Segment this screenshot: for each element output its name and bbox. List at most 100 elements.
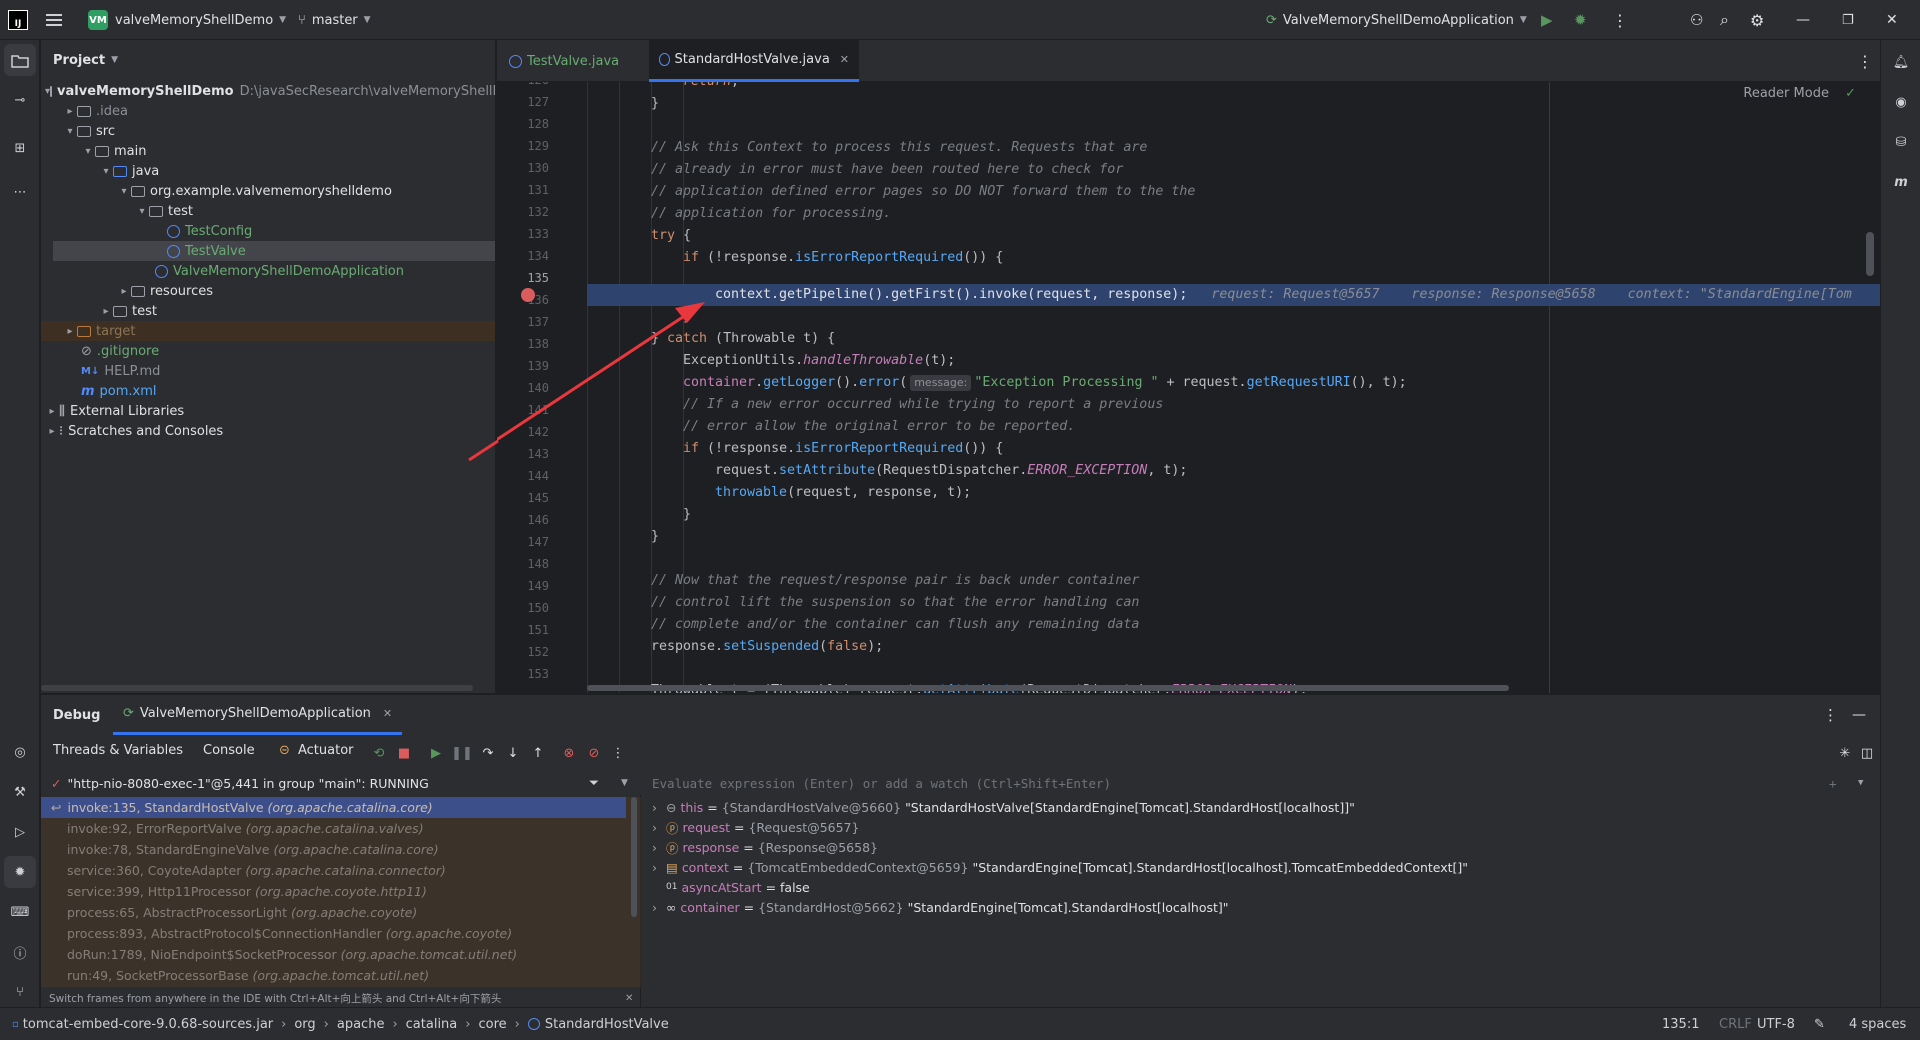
tree-item-idea[interactable]: ▸ .idea [41,101,495,121]
stop-icon[interactable]: ■ [394,741,414,765]
expand-arrow-icon[interactable]: › [652,860,666,875]
build-hammer-icon[interactable]: ⚒ [4,776,36,808]
reader-mode-button[interactable]: Reader Mode ✓ [1743,86,1856,101]
frame-row[interactable]: service:360, CoyoteAdapter (org.apache.c… [41,860,626,881]
layout-settings-icon[interactable]: ◫ [1857,741,1877,765]
line-number[interactable]: 146 [509,513,549,527]
close-session-icon[interactable]: ✕ [383,707,392,720]
breadcrumb-item[interactable]: apache [337,1017,385,1032]
database-icon[interactable]: ⛁ [1885,126,1917,158]
tab-console[interactable]: Console [203,743,255,758]
line-number[interactable]: 153 [509,667,549,681]
frame-row[interactable]: run:49, SocketProcessorBase (org.apache.… [41,965,626,986]
more-tools-icon[interactable]: ⋯ [4,176,36,208]
branch-selector[interactable]: ⑂ master ▼ [298,0,371,40]
tree-item-resources[interactable]: ▸ resources [41,281,495,301]
indent-setting[interactable]: 4 spaces [1849,1017,1906,1032]
line-number[interactable]: 152 [509,645,549,659]
close-window-icon[interactable]: ✕ [1886,0,1898,40]
more-debug-actions-icon[interactable]: ⋮ [608,741,628,765]
caret-position[interactable]: 135:1 [1662,1017,1699,1032]
chevron-down-icon[interactable]: ▼ [621,778,628,788]
horizontal-scrollbar[interactable] [41,685,473,691]
frame-row[interactable]: process:893, AbstractProtocol$Connection… [41,923,626,944]
frame-row-selected[interactable]: ↩ invoke:135, StandardHostValve (org.apa… [41,797,626,818]
line-number[interactable]: 150 [509,601,549,615]
commit-icon[interactable]: ⊸ [4,84,36,116]
tab-threads-variables[interactable]: Threads & Variables [53,743,183,758]
structure-icon[interactable]: ⊞ [4,132,36,164]
close-tab-icon[interactable]: ✕ [840,53,849,66]
frames-scrollbar[interactable] [631,797,637,917]
project-panel-header[interactable]: Project ▼ [41,40,495,80]
tree-item-pom[interactable]: m pom.xml [41,381,495,401]
resume-icon[interactable]: ▶ [426,741,446,765]
project-selector[interactable]: VM valveMemoryShellDemo ▼ [88,0,286,40]
filter-icon[interactable]: ⏷ [589,775,599,791]
run-tool-icon[interactable]: ▷ [4,816,36,848]
close-hint-icon[interactable]: ✕ [625,993,633,1004]
pause-icon[interactable]: ❚❚ [451,741,473,765]
expand-arrow-icon[interactable]: › [652,840,666,855]
mute-breakpoints-icon[interactable]: ⊘ [584,741,604,765]
tree-item-main[interactable]: ▾ main [41,141,495,161]
add-user-icon[interactable]: ⚇ [1690,0,1703,40]
services-icon[interactable]: ◎ [4,736,36,768]
search-icon[interactable]: ⌕ [1720,0,1729,40]
line-number[interactable]: 147 [509,535,549,549]
step-over-icon[interactable]: ↷ [478,741,498,765]
frame-row[interactable]: invoke:92, ErrorReportValve (org.apache.… [41,818,626,839]
variable-row[interactable]: › ∞ container = {StandardHost@5662} "Sta… [652,897,1229,917]
tree-item-scratches[interactable]: ▸ ⁝ Scratches and Consoles [41,421,495,441]
chevron-down-icon[interactable]: ▼ [1858,778,1863,788]
add-watch-icon[interactable]: + [1829,776,1837,791]
app-logo-icon[interactable]: IJ [8,0,28,40]
debug-options-icon[interactable]: ⋮ [1823,706,1838,724]
tree-item-testvalve[interactable]: TestValve [53,241,495,261]
tree-item-target[interactable]: ▸ target [41,321,495,341]
frame-row[interactable]: process:65, AbstractProcessorLight (org.… [41,902,626,923]
frame-row[interactable]: invoke:78, StandardEngineValve (org.apac… [41,839,626,860]
tree-item-java[interactable]: ▾ java [41,161,495,181]
frame-row[interactable]: doRun:1789, NioEndpoint$SocketProcessor … [41,944,626,965]
tree-item-root[interactable]: ▾ valveMemoryShellDemo D:\javaSecResearc… [41,81,495,101]
minimize-icon[interactable]: — [1796,0,1810,40]
main-menu-icon[interactable] [46,0,64,40]
breadcrumb-item[interactable]: catalina [406,1017,458,1032]
tree-item-helpmd[interactable]: M↓ HELP.md [41,361,495,381]
tree-item-external-libraries[interactable]: ▸ ⫼ External Libraries [41,401,495,421]
tab-actuator[interactable]: Actuator [298,743,354,758]
git-icon[interactable]: ⑂ [4,976,36,1008]
view-breakpoints-icon[interactable]: ⊗ [559,741,579,765]
tree-item-testconfig[interactable]: TestConfig [41,221,495,241]
thread-selector[interactable]: ✓ "http-nio-8080-exec-1"@5,441 in group … [41,771,641,795]
restore-icon[interactable]: ❐ [1842,0,1854,40]
breadcrumb-item[interactable]: StandardHostValve [545,1017,669,1032]
run-config-selector[interactable]: ⟳ ValveMemoryShellDemoApplication ▼ [1266,0,1527,40]
tree-item-test[interactable]: ▸ test [41,301,495,321]
tree-item-gitignore[interactable]: ⊘ .gitignore [41,341,495,361]
breadcrumb-item[interactable]: org [294,1017,315,1032]
line-number[interactable]: 149 [509,579,549,593]
tab-standardhostvalve[interactable]: StandardHostValve.java ✕ [649,40,859,82]
variable-row[interactable]: › ⓟ request = {Request@5657} [652,817,859,837]
debug-session-tab[interactable]: ⟳ ValveMemoryShellDemoApplication ✕ [113,695,403,735]
readonly-icon[interactable]: ✎ [1814,1017,1825,1032]
more-actions-icon[interactable]: ⋮ [1612,0,1628,40]
project-folder-icon[interactable] [4,44,36,76]
tree-item-application[interactable]: ValveMemoryShellDemoApplication [41,261,495,281]
tree-item-test-package[interactable]: ▾ test [41,201,495,221]
expand-arrow-icon[interactable]: › [652,820,666,835]
step-into-icon[interactable]: ↓ [503,741,523,765]
hide-panel-icon[interactable]: — [1852,707,1866,723]
step-out-icon[interactable]: ↑ [528,741,548,765]
variable-row[interactable]: › ▤ context = {TomcatEmbeddedContext@565… [652,857,1468,877]
breadcrumb-item[interactable]: tomcat-embed-core-9.0.68-sources.jar [23,1017,273,1032]
settings-gear-icon[interactable]: ⚙ [1750,0,1764,40]
expand-arrow-icon[interactable]: › [652,900,666,915]
terminal-icon[interactable]: ⌨ [4,896,36,928]
vertical-scrollbar[interactable] [1866,232,1874,276]
frame-row[interactable]: service:399, Http11Processor (org.apache… [41,881,626,902]
debug-icon[interactable]: ✹ [1574,0,1587,40]
expand-arrow-icon[interactable]: › [652,800,666,815]
